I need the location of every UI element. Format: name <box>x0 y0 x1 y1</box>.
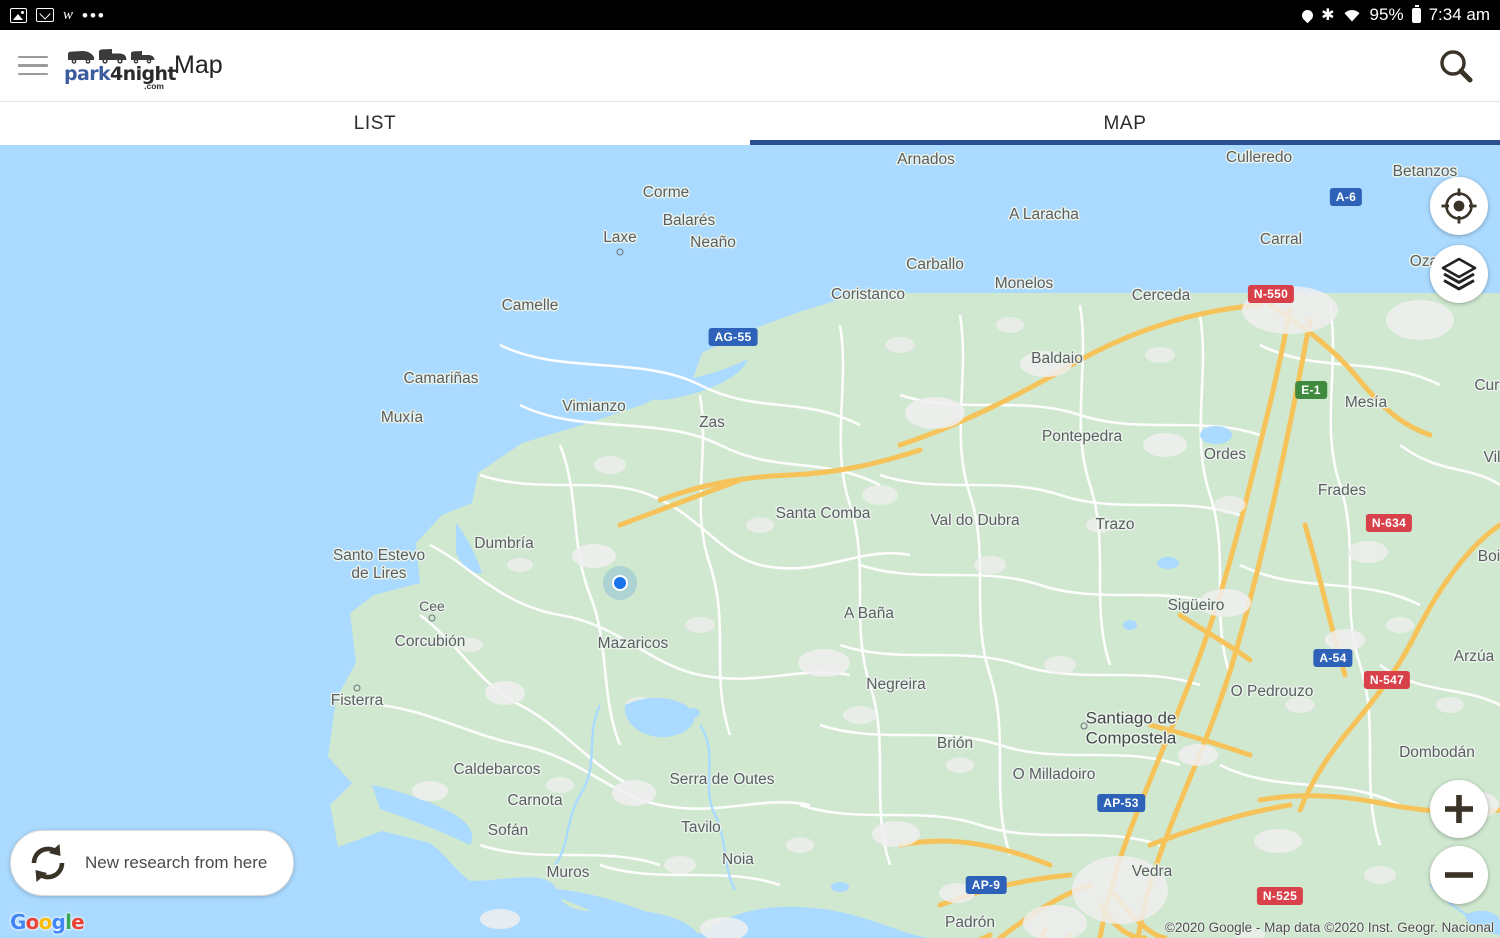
overflow-dots-icon: ••• <box>82 5 106 25</box>
clock-label: 7:34 am <box>1428 5 1490 24</box>
location-pin-icon <box>1299 7 1316 23</box>
map-road-shield: AG-55 <box>708 328 758 346</box>
page-title: Map <box>174 51 223 79</box>
map-layers-button[interactable] <box>1430 245 1488 303</box>
my-location-button[interactable] <box>1430 177 1488 235</box>
status-bar-left-icons: w ••• <box>10 7 106 24</box>
map-canvas[interactable]: Arnados Culleredo Betanzos Corme A Laracha Ba… <box>0 145 1500 938</box>
mail-icon <box>36 8 54 22</box>
battery-percent-label: 95% <box>1369 5 1404 24</box>
refresh-circular-arrows-icon <box>31 844 65 882</box>
tab-list[interactable]: LIST <box>0 102 750 145</box>
map-road-shield: AP-53 <box>1097 794 1145 812</box>
zoom-out-button[interactable] <box>1430 846 1488 904</box>
logo-dotcom: .com <box>144 81 164 91</box>
map-city-marker <box>428 614 436 622</box>
google-logo: Google <box>10 910 85 934</box>
status-bar: w ••• ✱ 95% 7:34 am <box>0 0 1500 30</box>
search-icon[interactable] <box>1430 40 1482 92</box>
plus-icon <box>1445 795 1473 823</box>
battery-icon <box>1411 4 1421 23</box>
logo-text-4night: 4night <box>110 63 176 85</box>
status-bar-right-icons: ✱ 95% 7:34 am <box>1299 4 1490 25</box>
wifi-icon <box>1344 9 1360 21</box>
map-attribution: ©2020 Google - Map data ©2020 Inst. Geog… <box>1164 920 1494 935</box>
map-road-shield: E-1 <box>1295 381 1327 399</box>
map-road-shield: AP-9 <box>965 876 1007 894</box>
map-city-marker <box>1080 722 1088 730</box>
map-road-shield: N-525 <box>1256 887 1304 905</box>
user-location-dot <box>612 575 628 591</box>
tab-map[interactable]: MAP <box>750 102 1500 145</box>
bluetooth-icon: ✱ <box>1321 7 1335 24</box>
map-city-marker <box>616 248 624 256</box>
app-bar: park4night .com Map <box>0 30 1500 102</box>
map-road-shield: N-547 <box>1363 671 1411 689</box>
park4night-logo: park4night .com <box>64 47 177 91</box>
logo-text-park: park <box>64 63 111 85</box>
image-icon <box>10 7 27 23</box>
new-research-label: New research from here <box>85 853 268 872</box>
hamburger-menu-icon[interactable] <box>18 51 48 81</box>
map-road-shield: N-550 <box>1247 285 1295 303</box>
map-city-marker <box>353 684 361 692</box>
my-location-crosshair-icon <box>1441 188 1477 224</box>
minus-icon <box>1445 872 1473 878</box>
new-research-button[interactable]: New research from here <box>10 830 295 896</box>
map-road-shield: A-6 <box>1329 188 1363 206</box>
tab-bar: LIST MAP <box>0 102 1500 145</box>
map-landmass <box>0 145 1500 938</box>
zoom-in-button[interactable] <box>1430 780 1488 838</box>
w-icon: w <box>63 6 74 23</box>
map-road-shield: N-634 <box>1365 514 1413 532</box>
map-road-shield: A-54 <box>1313 649 1353 667</box>
map-layers-icon <box>1441 257 1477 291</box>
